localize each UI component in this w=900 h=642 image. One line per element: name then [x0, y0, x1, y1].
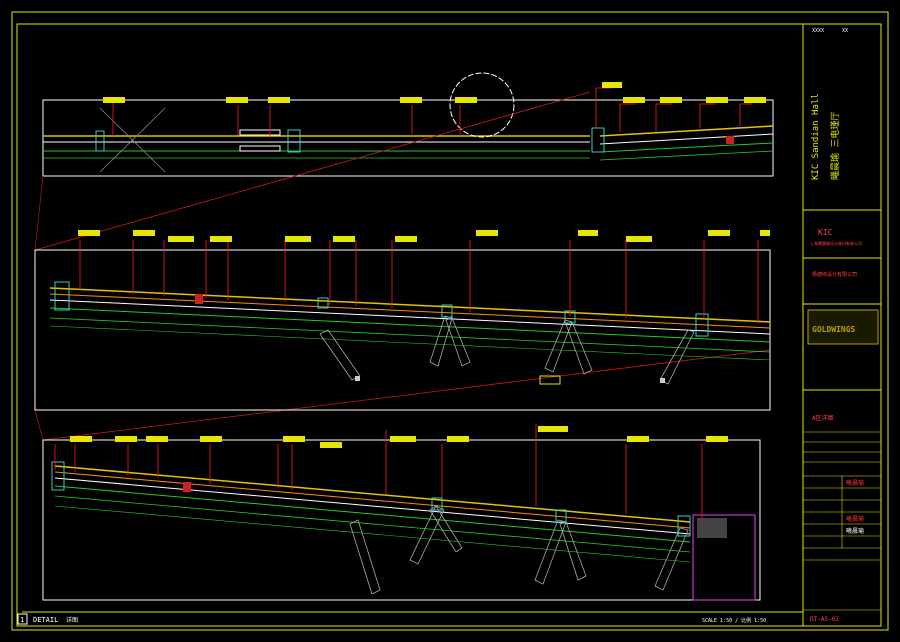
stamp-3: 曦晨瑜 — [846, 527, 864, 535]
view-middle — [34, 230, 771, 411]
top-label-right: XX — [842, 28, 848, 34]
consultant-name: 杨德绵设计有限公司 — [812, 271, 857, 278]
view-middle-frame — [34, 249, 771, 411]
cad-drawing-sheet: XXXX XX KIC Sandian Hall 曦晨瑜 三电瑾厅 KIC 上海… — [11, 11, 889, 631]
footer: 1 DETAIL 详图 SCALE 1:50 / 比例 1:50 — [17, 613, 766, 625]
title-block: XXXX XX KIC Sandian Hall 曦晨瑜 三电瑾厅 KIC 上海… — [803, 28, 881, 623]
stamp-2: 曦晨瑜 — [846, 515, 864, 523]
view-top — [42, 72, 774, 177]
view-top-frame — [42, 99, 774, 177]
top-label-left: XXXX — [812, 28, 824, 34]
detail-number: 1 — [20, 616, 24, 624]
project-title-cn: 曦晨瑜 三电瑾厅 — [829, 112, 841, 180]
scale-label: SCALE 1:50 / 比例 1:50 — [702, 617, 766, 624]
detail-label: DETAIL — [33, 616, 58, 624]
logo-text: GOLDWINGS — [812, 325, 856, 334]
firm-name: 上海曦晨瑜设计顾问有限公司 — [810, 240, 862, 246]
firm-code: KIC — [818, 228, 833, 237]
detail-sublabel: 详图 — [66, 616, 78, 624]
view-bottom-frame — [42, 439, 761, 601]
projection-line — [34, 91, 591, 251]
inner-border — [16, 23, 882, 627]
project-title-en: KIC Sandian Hall — [811, 93, 821, 180]
stamp-1: 曦晨瑜 — [846, 479, 864, 487]
view-bottom — [42, 424, 761, 601]
sheet-number: DT-A5-02 — [810, 616, 839, 623]
drawing-title: A区详图 — [812, 414, 834, 422]
projection-line-2 — [42, 349, 771, 441]
